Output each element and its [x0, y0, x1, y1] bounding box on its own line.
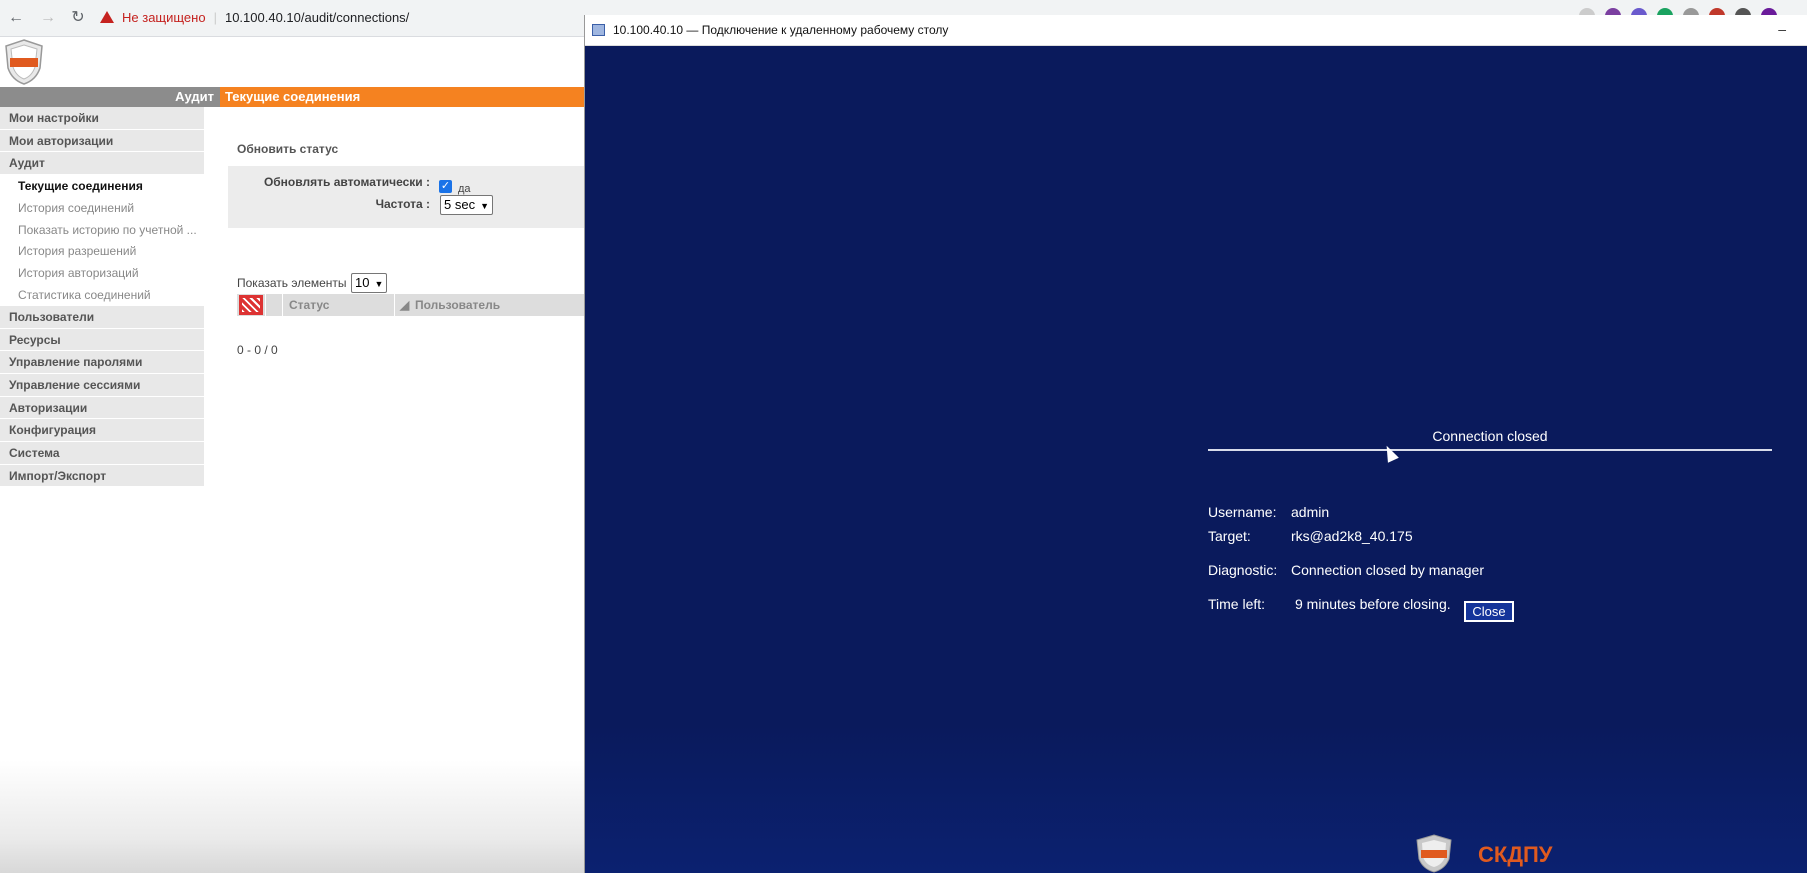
page-size-select[interactable]: 10 ▼	[351, 273, 388, 293]
username-label: Username:	[1208, 504, 1277, 520]
page-bottom-area	[0, 760, 584, 873]
page-size-value: 10	[355, 275, 370, 290]
minimize-icon[interactable]: –	[1778, 15, 1786, 43]
column-header-status[interactable]: Статус	[289, 294, 329, 316]
pagination-info: 0 - 0 / 0	[237, 343, 278, 357]
diagnostic-label: Diagnostic:	[1208, 562, 1278, 578]
sidebar-item-my-authorizations[interactable]: Мои авторизации	[0, 129, 204, 153]
auto-refresh-label: Обновлять автоматически :	[263, 175, 430, 189]
auto-refresh-checkbox[interactable]: ✓	[439, 180, 452, 193]
remote-desktop-window: 10.100.40.10 — Подключение к удаленному …	[584, 15, 1807, 873]
sidebar-item-configuration[interactable]: Конфигурация	[0, 419, 204, 442]
frequency-select[interactable]: 5 sec ▼	[440, 195, 493, 215]
reload-icon[interactable]: ↻	[68, 8, 88, 28]
page-title: Текущие соединения	[220, 87, 584, 107]
rdp-title-bar: 10.100.40.10 — Подключение к удаленному …	[585, 15, 1807, 46]
sidebar-item-resources[interactable]: Ресурсы	[0, 328, 204, 352]
remote-desktop-screen[interactable]	[585, 46, 1807, 873]
auto-refresh-value-label: да	[458, 183, 471, 195]
target-label: Target:	[1208, 528, 1251, 544]
warning-icon	[100, 11, 114, 23]
security-warning: Не защищено	[122, 10, 206, 25]
close-button[interactable]: Close	[1464, 601, 1514, 622]
sidebar-item-session-management[interactable]: Управление сессиями	[0, 373, 204, 397]
sidebar-item-authorizations[interactable]: Авторизации	[0, 396, 204, 420]
sidebar-item-connection-stats[interactable]: Статистика соединений	[0, 284, 204, 306]
sidebar-item-current-connections[interactable]: Текущие соединения	[0, 175, 204, 197]
brand-logo	[1416, 834, 1452, 873]
chevron-down-icon: ▼	[480, 201, 489, 211]
page-size-label: Показать элементы	[237, 276, 347, 290]
sort-icon[interactable]: ◢	[400, 294, 409, 316]
dialog-divider	[1208, 449, 1772, 451]
address-bar[interactable]: Не защищено | 10.100.40.10/audit/connectio…	[100, 6, 409, 30]
sidebar-item-users[interactable]: Пользователи	[0, 305, 204, 329]
frequency-label: Частота :	[375, 197, 430, 211]
sidebar-item-account-history[interactable]: Показать историю по учетной ...	[0, 218, 204, 241]
sidebar-item-connection-history[interactable]: История соединений	[0, 196, 204, 219]
section-title: Аудит	[0, 87, 220, 107]
rdp-window-title: 10.100.40.10 — Подключение к удаленному …	[613, 23, 949, 37]
sidebar-item-my-settings[interactable]: Мои настройки	[0, 107, 204, 130]
disconnect-icon[interactable]	[239, 295, 263, 315]
sidebar-item-permission-history[interactable]: История разрешений	[0, 240, 204, 263]
back-icon[interactable]: ←	[6, 8, 26, 28]
page-title-bar: Аудит Текущие соединения	[0, 87, 584, 107]
sidebar-item-import-export[interactable]: Импорт/Экспорт	[0, 464, 204, 488]
sidebar: Мои настройки Мои авторизации Аудит Теку…	[0, 107, 204, 488]
refresh-status-title: Обновить статус	[237, 142, 339, 156]
sidebar-item-authorization-history[interactable]: История авторизаций	[0, 262, 204, 285]
url-text: 10.100.40.10/audit/connections/	[224, 10, 410, 25]
username-value: admin	[1291, 504, 1330, 520]
connections-table-header: Статус ◢ Пользователь	[237, 294, 584, 316]
sidebar-item-audit[interactable]: Аудит	[0, 152, 204, 176]
forward-icon[interactable]: →	[38, 8, 58, 28]
time-left-value: 9 minutes before closing.	[1295, 596, 1451, 612]
sidebar-item-password-management[interactable]: Управление паролями	[0, 351, 204, 374]
chevron-down-icon: ▼	[374, 279, 384, 289]
refresh-settings-panel: Обновлять автоматически : ✓ да Частота :…	[228, 166, 584, 228]
diagnostic-value: Connection closed by manager	[1291, 562, 1485, 578]
sidebar-item-system[interactable]: Система	[0, 441, 204, 465]
remote-desktop-icon	[592, 24, 605, 36]
app-logo	[5, 39, 43, 85]
brand-name: СКДПУ	[1478, 842, 1553, 867]
target-value: rks@ad2k8_40.175	[1291, 528, 1413, 544]
time-left-label: Time left:	[1208, 596, 1266, 612]
frequency-value: 5 sec	[444, 197, 476, 212]
connection-closed-title: Connection closed	[1432, 428, 1548, 444]
column-header-user[interactable]: Пользователь	[415, 294, 500, 316]
